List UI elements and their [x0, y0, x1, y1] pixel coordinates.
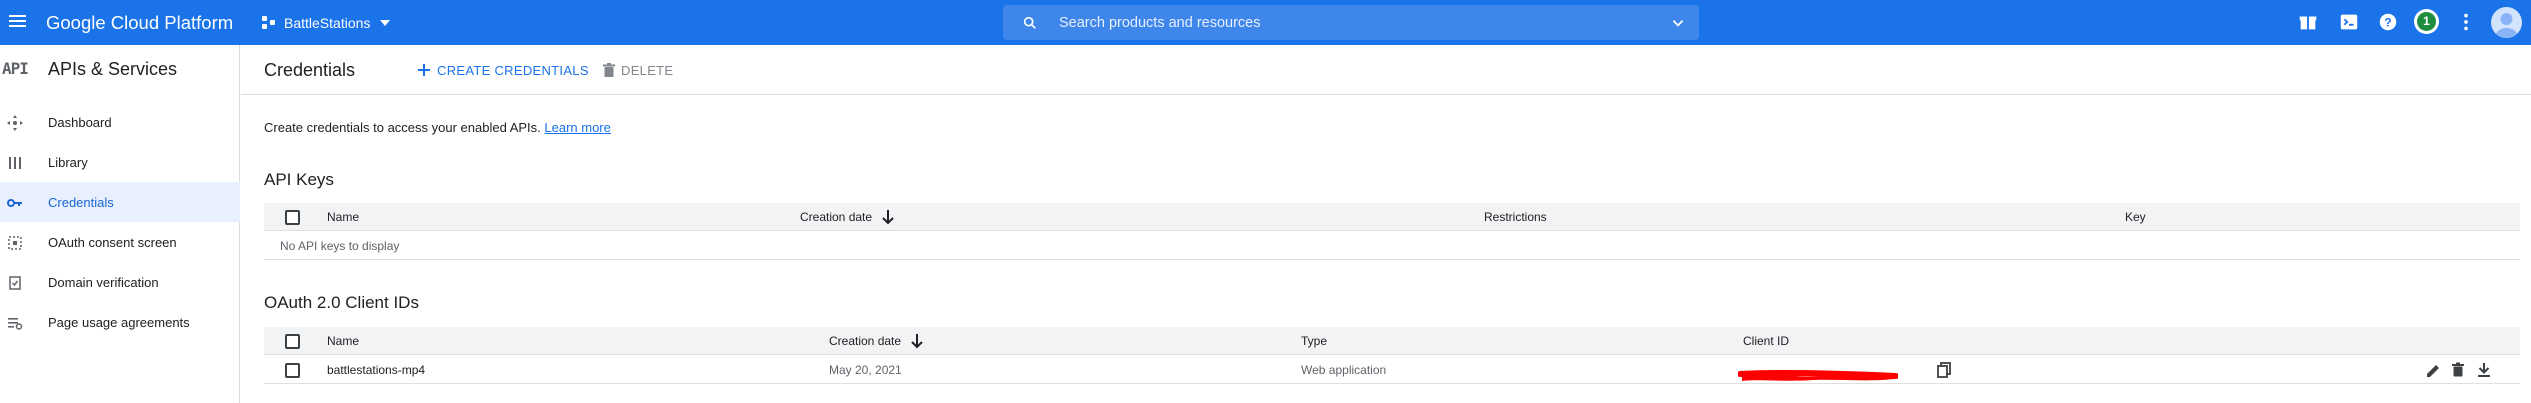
sidebar-item-credentials[interactable]: Credentials — [0, 182, 240, 222]
notification-count: 1 — [2417, 12, 2436, 31]
project-icon — [262, 15, 278, 31]
column-header: Restrictions — [1484, 210, 1547, 224]
table-row[interactable]: battlestations-mp4 May 20, 2021 Web appl… — [264, 356, 2520, 384]
trash-icon[interactable] — [2450, 362, 2466, 378]
copy-icon[interactable] — [1936, 362, 1952, 378]
api-icon: API — [2, 59, 29, 78]
avatar[interactable] — [2491, 7, 2522, 38]
column-header: Key — [2125, 210, 2146, 224]
dashboard-icon — [7, 115, 23, 131]
page-header: Credentials CREATE CREDENTIALS DELETE — [241, 45, 2531, 95]
settings-list-icon — [8, 318, 23, 330]
empty-message: No API keys to display — [280, 239, 400, 253]
top-app-bar: Google Cloud Platform BattleStations Sea… — [0, 0, 2531, 45]
consent-icon — [8, 236, 22, 250]
column-header[interactable]: Name — [327, 334, 359, 348]
column-header[interactable]: Creation date — [800, 210, 872, 224]
arrow-down-icon[interactable] — [910, 333, 924, 349]
trash-icon — [603, 63, 615, 77]
api-keys-title: API Keys — [264, 170, 334, 189]
redaction-scribble — [1738, 369, 1898, 381]
sidebar-item-page-usage[interactable]: Page usage agreements — [0, 302, 240, 342]
caret-down-icon — [380, 20, 391, 26]
search-placeholder: Search products and resources — [1059, 15, 1261, 31]
empty-table-row: No API keys to display — [264, 232, 2520, 260]
oauth-table-header: Name Creation date Type Client ID — [264, 327, 2520, 355]
sidebar-item-label: Dashboard — [48, 115, 112, 130]
menu-icon[interactable] — [8, 12, 28, 32]
help-icon[interactable]: ? — [2377, 11, 2399, 33]
search-input[interactable]: Search products and resources — [1003, 5, 1699, 40]
creation-date: May 20, 2021 — [829, 363, 902, 377]
client-name[interactable]: battlestations-mp4 — [327, 363, 425, 377]
sidebar-item-dashboard[interactable]: Dashboard — [0, 102, 240, 142]
delete-label: DELETE — [621, 62, 674, 78]
create-credentials-label: CREATE CREDENTIALS — [437, 62, 589, 78]
gift-icon[interactable] — [2297, 11, 2319, 33]
project-name: BattleStations — [284, 15, 371, 31]
plus-icon — [418, 64, 430, 76]
chevron-down-icon[interactable] — [1671, 16, 1685, 30]
client-type: Web application — [1301, 363, 1387, 377]
search-icon — [1023, 16, 1036, 29]
create-credentials-button[interactable]: CREATE CREDENTIALS — [417, 60, 589, 80]
sidebar-item-label: Domain verification — [48, 275, 159, 290]
select-all-checkbox[interactable] — [285, 334, 300, 349]
learn-more-link[interactable]: Learn more — [544, 120, 610, 135]
library-icon — [9, 157, 21, 169]
sidebar-title: APIs & Services — [48, 59, 178, 79]
key-icon — [7, 199, 22, 207]
intro-message: Create credentials to access your enable… — [264, 120, 541, 135]
brand-title[interactable]: Google Cloud Platform — [46, 12, 233, 34]
api-keys-table-header: Name Creation date Restrictions Key — [264, 203, 2520, 231]
select-all-checkbox[interactable] — [285, 210, 300, 225]
sidebar-item-label: OAuth consent screen — [48, 235, 177, 250]
edit-icon[interactable] — [2425, 363, 2441, 379]
column-header: Client ID — [1743, 334, 1790, 348]
oauth-title: OAuth 2.0 Client IDs — [264, 293, 419, 312]
arrow-down-icon[interactable] — [881, 209, 895, 225]
project-selector[interactable]: BattleStations — [262, 13, 391, 33]
sidebar-item-label: Page usage agreements — [48, 315, 190, 330]
sidebar-item-oauth-consent[interactable]: OAuth consent screen — [0, 222, 240, 262]
page-title: Credentials — [264, 60, 356, 80]
delete-button[interactable]: DELETE — [603, 60, 673, 80]
row-checkbox[interactable] — [285, 363, 300, 378]
sidebar-item-label: Credentials — [48, 195, 114, 210]
sidebar-item-library[interactable]: Library — [0, 142, 240, 182]
column-header: Type — [1301, 334, 1328, 348]
column-header[interactable]: Creation date — [829, 334, 901, 348]
svg-text:?: ? — [2384, 16, 2391, 30]
download-icon[interactable] — [2476, 362, 2492, 378]
sidebar: API APIs & Services Dashboard Library Cr… — [0, 45, 240, 403]
cloud-shell-icon[interactable] — [2338, 11, 2360, 33]
intro-text: Create credentials to access your enable… — [264, 120, 611, 135]
notifications-badge[interactable]: 1 — [2414, 9, 2439, 34]
column-header[interactable]: Name — [327, 210, 359, 224]
more-vert-icon[interactable] — [2455, 11, 2477, 33]
sidebar-item-domain-verification[interactable]: Domain verification — [0, 262, 240, 302]
domain-icon — [9, 276, 21, 290]
avatar-icon — [2495, 13, 2518, 38]
sidebar-item-label: Library — [48, 155, 88, 170]
